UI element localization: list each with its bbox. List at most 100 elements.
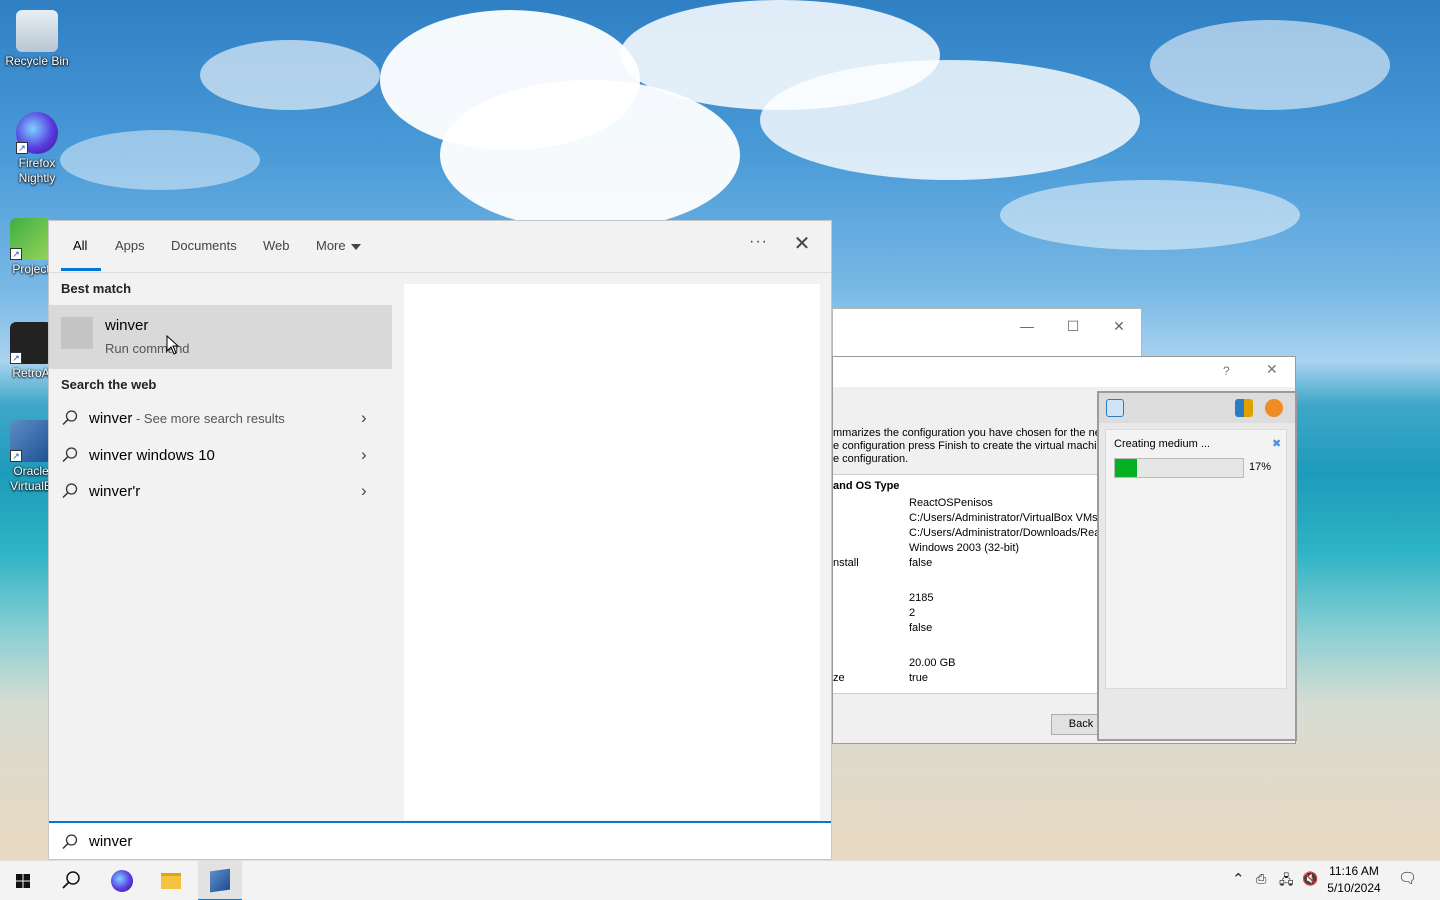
recycle-bin-icon <box>16 10 58 52</box>
section-header: and OS Type <box>833 480 900 492</box>
app-icon <box>61 317 93 349</box>
table-row: 2 <box>833 607 1103 622</box>
preview-pane <box>404 284 820 820</box>
start-button[interactable] <box>0 861 46 900</box>
virtualbox-icon: ↗ <box>10 420 52 462</box>
row-value: 2 <box>909 607 916 619</box>
taskbar-file-explorer[interactable] <box>148 861 194 900</box>
more-options-button[interactable]: ··· <box>749 233 768 251</box>
web-result-text: winver - See more search results <box>89 410 285 427</box>
web-result-hint: - See more search results <box>132 411 285 426</box>
web-result[interactable]: winver windows 10 › <box>49 439 392 473</box>
task-list-icon[interactable] <box>1235 399 1253 417</box>
cloud <box>200 40 380 110</box>
cloud <box>1150 20 1390 110</box>
desktop-icon-label: Project <box>12 262 50 276</box>
network-icon[interactable]: 🖧 <box>1279 871 1294 893</box>
web-heading: Search the web <box>61 377 157 392</box>
table-row: 20.00 GB <box>833 657 1103 672</box>
tab-all[interactable]: All <box>73 238 87 253</box>
notification-icon[interactable] <box>1106 399 1124 417</box>
search-menu: All Apps Documents Web More ··· ✕ Best m… <box>48 220 832 860</box>
cancel-all-icon[interactable] <box>1265 399 1283 417</box>
table-row: C:/Users/Administrator/Downloads/Rea <box>833 527 1103 542</box>
summary-line: e configuration press Finish to create t… <box>833 440 1103 452</box>
web-result-query: winver windows 10 <box>89 447 215 464</box>
chevron-right-icon: › <box>361 445 367 464</box>
search-input[interactable]: winver <box>49 821 831 859</box>
progress-item: Creating medium ... ✖ 17% <box>1105 429 1287 689</box>
table-row: ze true <box>833 672 928 684</box>
wizard-close-button[interactable]: ✕ <box>1266 361 1278 378</box>
taskbar-firefox-nightly[interactable] <box>99 861 145 900</box>
notifications-icon[interactable]: 🗨 <box>1398 869 1417 887</box>
chevron-right-icon: › <box>361 481 367 500</box>
tab-web[interactable]: Web <box>263 238 290 253</box>
mouse-cursor-icon <box>166 335 180 355</box>
maximize-button[interactable]: ☐ <box>1053 315 1093 339</box>
row-value: false <box>909 557 933 569</box>
summary-line: e configuration. <box>833 453 909 465</box>
best-match-result[interactable]: winver Run command <box>49 305 392 369</box>
row-value: C:/Users/Administrator/Downloads/Rea <box>909 527 1101 539</box>
help-button[interactable]: ? <box>1223 364 1230 378</box>
table-row: nstall false <box>833 557 933 569</box>
summary-table: and OS Type ReactOSPenisos C:/Users/Admi… <box>833 474 1103 694</box>
tab-apps[interactable]: Apps <box>115 238 145 253</box>
taskbar-search-button[interactable] <box>48 861 94 900</box>
web-result-query: winver'r <box>89 483 141 500</box>
progress-label: Creating medium ... <box>1114 438 1210 450</box>
row-value: C:/Users/Administrator/VirtualBox VMs/ <box>909 512 1101 524</box>
cloud <box>440 80 740 230</box>
active-tab-indicator <box>61 268 101 271</box>
desktop-icon-recycle-bin[interactable]: Recycle Bin <box>0 10 74 69</box>
table-row: false <box>833 622 1103 637</box>
windows-logo-icon <box>16 874 30 888</box>
clock-date: 5/10/2024 <box>1327 881 1381 895</box>
desktop-icon-label: Oracle VirtualB <box>10 464 52 493</box>
desktop-icon-firefox-nightly[interactable]: ↗ Firefox Nightly <box>0 112 74 186</box>
table-row: 2185 <box>833 592 1103 607</box>
desktop-icon-label: Firefox Nightly <box>18 156 56 185</box>
close-search-button[interactable]: ✕ <box>789 231 815 257</box>
web-result-query: winver <box>89 410 133 427</box>
desktop-icon-label: RetroA <box>12 366 50 380</box>
web-result[interactable]: winver - See more search results › <box>49 402 392 436</box>
search-tabs: All Apps Documents Web More ··· ✕ <box>49 221 831 273</box>
row-value: 20.00 GB <box>909 657 956 669</box>
web-result[interactable]: winver'r › <box>49 475 392 509</box>
best-match-heading: Best match <box>61 281 132 296</box>
caret-down-icon <box>350 243 361 250</box>
project-icon: ↗ <box>10 218 52 260</box>
usb-icon[interactable]: ⎙ <box>1256 871 1266 887</box>
folder-icon <box>161 873 181 889</box>
shortcut-arrow-icon: ↗ <box>10 450 22 462</box>
search-icon <box>62 483 78 499</box>
row-value: 2185 <box>909 592 934 604</box>
clock[interactable]: 11:16 AM 5/10/2024 <box>1322 863 1386 897</box>
firefox-nightly-icon: ↗ <box>16 112 58 154</box>
tab-more[interactable]: More <box>316 238 361 253</box>
shortcut-arrow-icon: ↗ <box>10 352 22 364</box>
cancel-task-icon[interactable]: ✖ <box>1272 437 1281 450</box>
chevron-right-icon: › <box>361 408 367 427</box>
table-row: C:/Users/Administrator/VirtualBox VMs/ <box>833 512 1103 527</box>
volume-muted-icon[interactable]: 🔇 <box>1302 871 1318 887</box>
minimize-button[interactable]: — <box>1007 315 1047 339</box>
chevron-up-icon[interactable]: ⌃ <box>1232 870 1245 888</box>
row-value: false <box>909 622 933 634</box>
virtualbox-manager-window: — ☐ ✕ <box>832 308 1142 358</box>
row-value: ReactOSPenisos <box>909 497 993 509</box>
progress-panel: Creating medium ... ✖ 17% <box>1097 391 1297 741</box>
row-value: Windows 2003 (32-bit) <box>909 542 1020 554</box>
table-row: ReactOSPenisos <box>833 497 1103 512</box>
taskbar-virtualbox[interactable] <box>198 861 242 900</box>
tab-documents[interactable]: Documents <box>171 238 237 253</box>
virtualbox-icon <box>210 868 230 893</box>
search-icon <box>62 871 80 889</box>
cloud <box>1000 180 1300 250</box>
wizard-summary: mmarizes the configuration you have chos… <box>833 427 1113 466</box>
close-button[interactable]: ✕ <box>1099 315 1139 339</box>
retroarch-icon: ↗ <box>10 322 52 364</box>
shortcut-arrow-icon: ↗ <box>16 142 28 154</box>
